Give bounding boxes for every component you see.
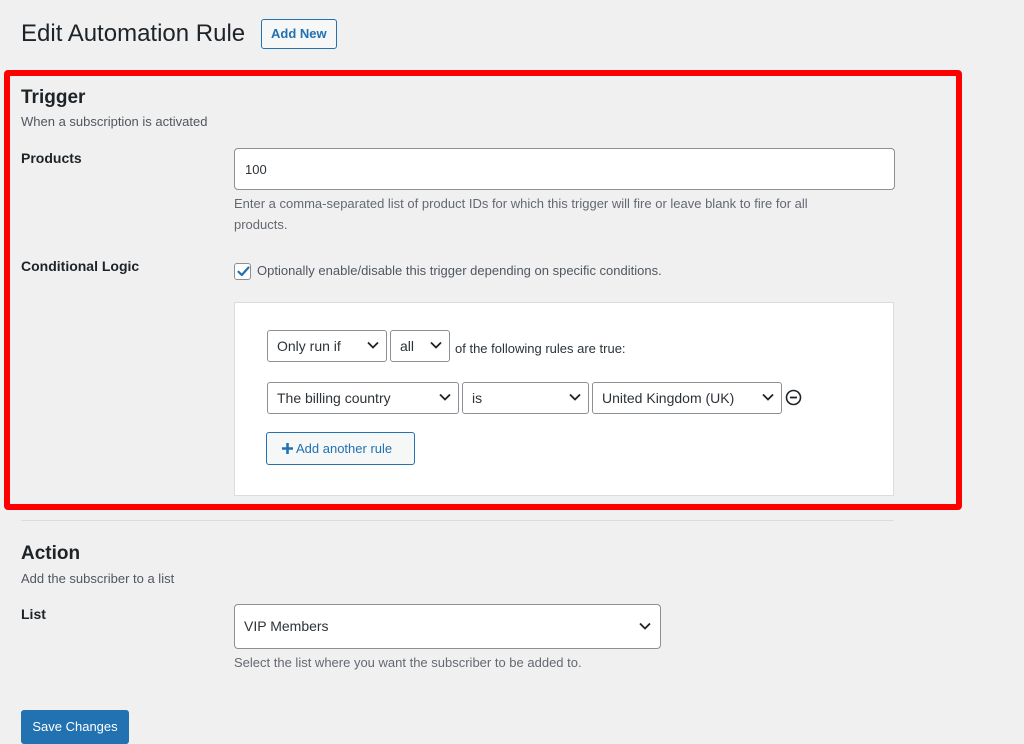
rule-operator-select[interactable]: is: [462, 382, 589, 414]
chevron-down-icon: [367, 341, 379, 349]
conditional-logic-checkbox-label[interactable]: Optionally enable/disable this trigger d…: [257, 263, 662, 278]
remove-circle-icon[interactable]: [785, 389, 802, 406]
conditional-logic-panel: Only run if all of the following rules a…: [234, 302, 894, 496]
chevron-down-icon: [430, 341, 442, 349]
list-select-value: VIP Members: [244, 618, 329, 634]
rule-field-value: The billing country: [277, 390, 391, 406]
chevron-down-icon: [569, 393, 581, 401]
match-value: all: [400, 338, 414, 354]
run-mode-select[interactable]: Only run if: [267, 330, 387, 362]
action-title: Action: [21, 543, 80, 565]
list-help-text: Select the list where you want the subsc…: [234, 652, 582, 673]
products-input[interactable]: [234, 148, 895, 190]
trigger-description: When a subscription is activated: [21, 114, 207, 129]
list-label: List: [21, 606, 46, 622]
products-label: Products: [21, 150, 82, 166]
check-icon: [236, 264, 251, 279]
rule-field-select[interactable]: The billing country: [267, 382, 459, 414]
plus-icon: [281, 442, 294, 455]
products-help-line2: products.: [234, 214, 287, 235]
conditional-logic-label: Conditional Logic: [21, 258, 139, 274]
rules-suffix-text: of the following rules are true:: [455, 341, 626, 356]
products-help-line1: Enter a comma-separated list of product …: [234, 193, 808, 214]
rule-value-value: United Kingdom (UK): [602, 390, 734, 406]
conditional-logic-checkbox[interactable]: [234, 263, 251, 280]
rule-value-select[interactable]: United Kingdom (UK): [592, 382, 782, 414]
rule-operator-value: is: [472, 390, 482, 406]
page-title: Edit Automation Rule: [21, 20, 245, 48]
add-another-rule-label: Add another rule: [296, 441, 392, 456]
add-another-rule-button[interactable]: Add another rule: [266, 432, 415, 465]
list-select[interactable]: VIP Members: [234, 604, 661, 649]
chevron-down-icon: [439, 393, 451, 401]
add-new-button[interactable]: Add New: [261, 19, 337, 49]
save-changes-button[interactable]: Save Changes: [21, 710, 129, 744]
action-description: Add the subscriber to a list: [21, 571, 174, 586]
trigger-title: Trigger: [21, 87, 85, 109]
section-divider: [21, 520, 894, 521]
chevron-down-icon: [762, 393, 774, 401]
match-select[interactable]: all: [390, 330, 450, 362]
run-mode-value: Only run if: [277, 338, 341, 354]
chevron-down-icon: [639, 622, 651, 630]
